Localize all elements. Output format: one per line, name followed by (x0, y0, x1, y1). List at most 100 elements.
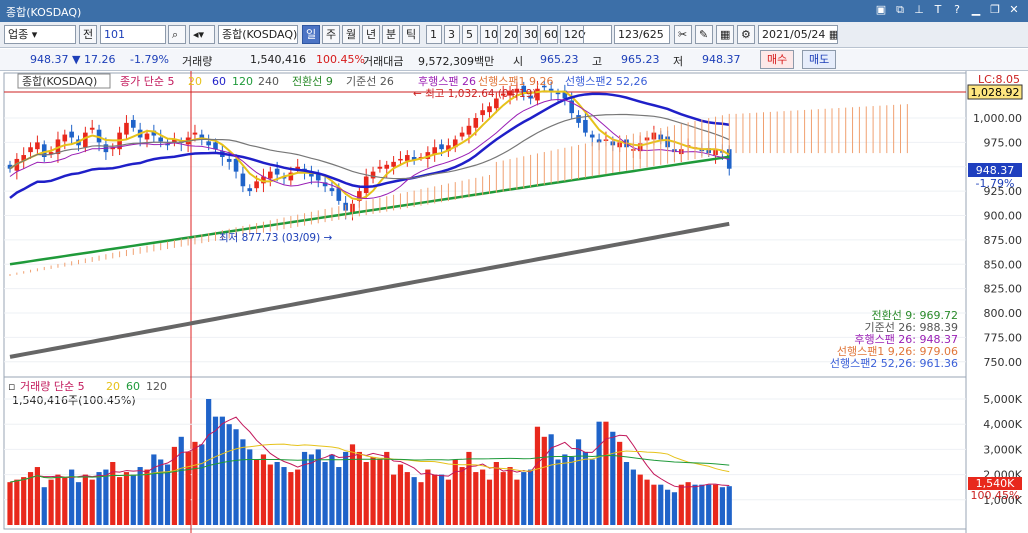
speaker-icon[interactable]: ◂▾ (189, 25, 215, 44)
volume-bar (432, 474, 438, 525)
volume-bar (665, 489, 671, 525)
code-input[interactable]: 101 (100, 25, 166, 44)
minute-button-120[interactable]: 120 (560, 25, 584, 44)
search-icon[interactable]: ⌕ (168, 25, 186, 44)
current-price: 948.37 (976, 164, 1015, 177)
tools-icon[interactable]: ✎ (695, 25, 713, 44)
count-field[interactable]: 123/625 (614, 25, 670, 44)
volume-bar (500, 472, 506, 525)
volume-bar (630, 469, 636, 525)
legend-item: 240 (258, 75, 279, 88)
ichimoku-value: 선행스팬2 52,26: 961.36 (830, 357, 958, 370)
volume-bar (329, 454, 335, 525)
minute-button-1[interactable]: 1 (426, 25, 442, 44)
volume-bar (569, 456, 575, 525)
candle-body (480, 110, 485, 116)
volume-bar (425, 469, 431, 525)
candle-body (226, 158, 232, 162)
current-pct: -1.79% (976, 177, 1015, 190)
period-tab-4[interactable]: 분 (382, 25, 400, 44)
gear-icon[interactable]: ⚙ (737, 25, 755, 44)
volume-bar (41, 487, 47, 525)
volume-bar (603, 421, 609, 525)
minute-button-5[interactable]: 5 (462, 25, 478, 44)
volume-bar (62, 477, 68, 525)
lc-label: LC:8.05 (978, 73, 1020, 86)
price-value: 948.37 (30, 53, 69, 66)
high-label: 고 (592, 55, 603, 68)
price-tick-label: 975.00 (984, 136, 1023, 149)
minimize-icon[interactable]: ▁ (968, 2, 984, 18)
legend-item: 선행스팬1 9,26 (478, 75, 553, 88)
volume-bar (658, 484, 664, 525)
volume-legend: 거래량 단순 5 (20, 380, 85, 393)
volume-bar (288, 472, 294, 525)
amount-value: 9,572,309백만 (418, 55, 495, 68)
legend-item: 선행스팬2 52,26 (565, 75, 647, 88)
period-tab-3[interactable]: 년 (362, 25, 380, 44)
volume-bar (404, 472, 410, 525)
volume-bar (254, 459, 260, 525)
index-name-field[interactable]: 종합(KOSDAQ) (218, 25, 298, 44)
link-icon[interactable]: ⧉ (892, 2, 908, 18)
sell-button[interactable]: 매도 (802, 50, 837, 69)
volume-bar (528, 469, 534, 525)
period-tab-2[interactable]: 월 (342, 25, 360, 44)
minute-button-10[interactable]: 10 (480, 25, 498, 44)
volume-bar (480, 469, 486, 525)
date-field[interactable]: 2021/05/24 ▦ (758, 25, 838, 44)
volume-bar (48, 479, 54, 525)
volume-bar (589, 459, 595, 525)
volume-label: 거래량 (182, 55, 213, 68)
market-select[interactable]: 업종 ▾ (4, 25, 76, 44)
price-chart[interactable]: 1,000.00975.00950.00925.00900.00875.0085… (0, 71, 1028, 533)
all-button[interactable]: 전 (79, 25, 97, 44)
volume-bar (14, 479, 20, 525)
volume-bar (247, 449, 253, 525)
period-tab-5[interactable]: 틱 (402, 25, 420, 44)
volume-bar (411, 477, 417, 525)
period-tab-1[interactable]: 주 (322, 25, 340, 44)
volume-bar (96, 472, 102, 525)
quote-price: 948.37 ▼ (30, 53, 81, 66)
volume-bar (555, 459, 561, 525)
candle-body (583, 119, 588, 133)
candle-body (268, 171, 273, 179)
candle-body (274, 168, 280, 175)
volume-bar (206, 399, 212, 525)
minute-button-60[interactable]: 60 (540, 25, 558, 44)
volume-bar (356, 451, 362, 525)
price-tick-label: 800.00 (984, 307, 1023, 320)
candle-body (213, 142, 218, 150)
volume-bar (185, 451, 191, 525)
candle-body (555, 92, 561, 95)
candle-body (377, 166, 383, 169)
volume-bar (377, 459, 383, 525)
buy-button[interactable]: 매수 (760, 50, 795, 69)
volume-bar (274, 462, 280, 525)
save-icon[interactable]: ▦ (716, 25, 734, 44)
scissors-icon[interactable]: ✂ (674, 25, 692, 44)
window-title: 종합(KOSDAQ) (6, 6, 82, 19)
volume-bar (712, 484, 719, 525)
volume-bar (130, 474, 136, 525)
candle-body (576, 115, 581, 123)
pin-icon[interactable]: ⊥ (911, 2, 927, 18)
candle-body (144, 133, 150, 140)
restore-icon[interactable]: ❐ (987, 2, 1003, 18)
text-icon[interactable]: T (930, 2, 946, 18)
price-tick-label: 900.00 (984, 210, 1023, 223)
volume-bar (699, 484, 705, 525)
minute-button-20[interactable]: 20 (500, 25, 518, 44)
volume-bar (623, 462, 630, 525)
period-tab-0[interactable]: 일 (302, 25, 320, 44)
volume-bar (445, 479, 451, 525)
volume-bar (21, 477, 27, 525)
window-icon[interactable]: ▣ (873, 2, 889, 18)
minute-button-30[interactable]: 30 (520, 25, 538, 44)
candle-body (384, 164, 390, 169)
close-icon[interactable]: ✕ (1006, 2, 1022, 18)
volume-bar (192, 441, 198, 525)
help-icon[interactable]: ? (949, 2, 965, 18)
minute-button-3[interactable]: 3 (444, 25, 460, 44)
